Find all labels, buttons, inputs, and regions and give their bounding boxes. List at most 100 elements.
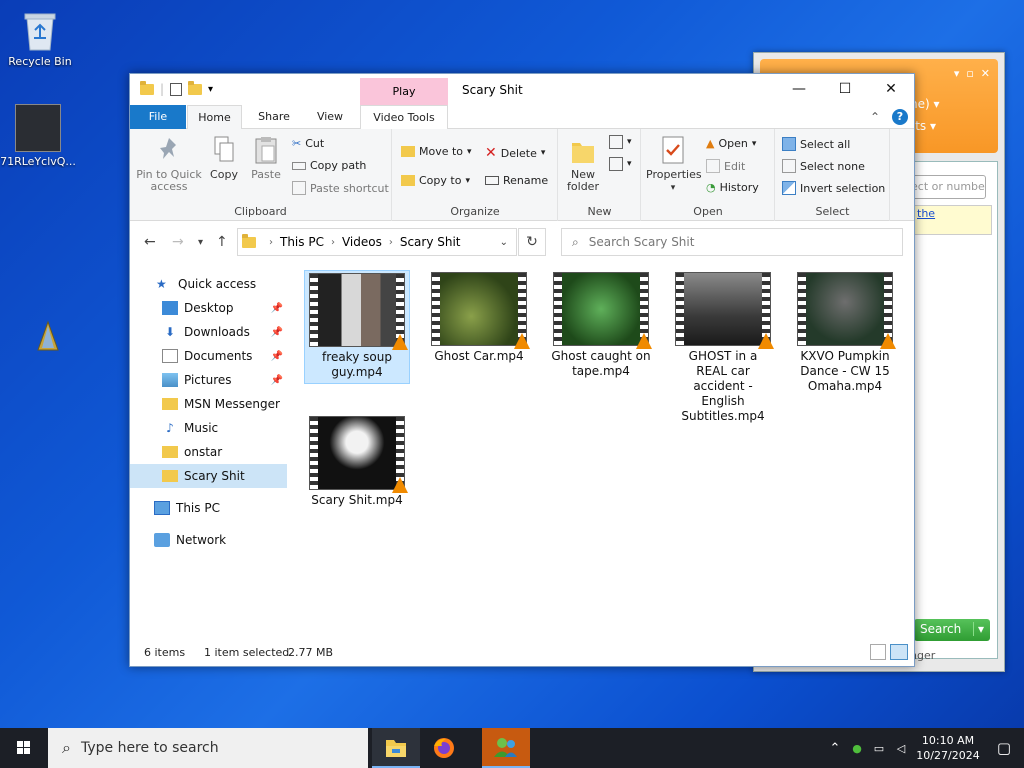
tab-video-tools[interactable]: Video Tools [360, 105, 448, 129]
tab-view[interactable]: View [306, 105, 354, 129]
forward-arrow-icon[interactable]: → [172, 234, 184, 250]
file-item[interactable]: Scary Shit.mp4 [304, 414, 410, 511]
properties-qat-icon[interactable] [170, 82, 183, 96]
file-item[interactable]: freaky soup guy.mp4 [304, 270, 410, 384]
taskbar-search-input[interactable]: ⌕ Type here to search [48, 728, 368, 768]
vlc-cone-icon [514, 333, 530, 349]
open-button[interactable]: ▲ Open ▾ [706, 137, 756, 150]
tab-file[interactable]: File [130, 105, 186, 129]
qat-dropdown-icon[interactable]: ▾ [208, 84, 213, 95]
nav-msn-messenger[interactable]: MSN Messenger [130, 392, 287, 416]
nav-network[interactable]: Network [130, 528, 287, 552]
breadcrumb-videos[interactable]: Videos [342, 235, 382, 249]
up-arrow-icon[interactable]: ↑ [216, 234, 228, 250]
file-item[interactable]: GHOST in a REAL car accident - English S… [670, 270, 776, 427]
nav-music[interactable]: ♪ Music [130, 416, 287, 440]
nav-onstar[interactable]: onstar [130, 440, 287, 464]
computer-icon [154, 501, 170, 515]
desktop-icon-file[interactable]: 71RLeYclvQ... [0, 104, 76, 168]
back-arrow-icon[interactable]: ← [144, 234, 156, 250]
pin-to-quick-access-button[interactable]: Pin to Quick access [136, 135, 202, 193]
desktop-shortcut-icon[interactable] [36, 320, 60, 357]
help-icon[interactable]: ? [892, 109, 908, 125]
chevron-up-icon[interactable]: ⌃ [870, 110, 880, 124]
copy-button[interactable]: Copy [206, 135, 242, 181]
navigation-pane: ★ Quick access Desktop 📌 ⬇ Downloads 📌 Docum… [130, 266, 290, 646]
volume-icon[interactable]: ◁ [890, 742, 912, 755]
new-item-button[interactable]: ▾ [609, 135, 632, 149]
breadcrumb-this-pc[interactable]: This PC [280, 235, 324, 249]
properties-button[interactable]: Properties ▾ [646, 135, 702, 194]
msn-window-controls[interactable]: ▾ ▫ ✕ [954, 67, 990, 80]
tab-home[interactable]: Home [187, 105, 242, 130]
file-item[interactable]: Ghost Car.mp4 [426, 270, 532, 367]
new-folder-button[interactable]: New folder [563, 135, 603, 193]
contextual-tab-play[interactable]: Play [360, 78, 448, 105]
nav-documents[interactable]: Documents 📌 [130, 344, 287, 368]
maximize-button[interactable]: ☐ [822, 74, 868, 105]
nav-desktop[interactable]: Desktop 📌 [130, 296, 287, 320]
msn-search-button[interactable]: Search ▾ [914, 619, 990, 641]
firefox-icon [434, 738, 454, 758]
minimize-button[interactable]: — [776, 74, 822, 105]
address-dropdown-icon[interactable]: ⌄ [500, 237, 508, 248]
edit-button[interactable]: Edit [706, 159, 745, 173]
select-all-button[interactable]: Select all [782, 137, 850, 151]
new-folder-qat-icon[interactable] [188, 80, 203, 95]
title-bar[interactable]: | ▾ Play Scary Shit — ☐ ✕ [130, 74, 914, 105]
nav-scary-shit[interactable]: Scary Shit [130, 464, 287, 488]
delete-button[interactable]: ✕ Delete ▾ [485, 145, 545, 161]
pin-icon: 📌 [270, 326, 283, 338]
details-view-icon[interactable] [870, 644, 886, 660]
large-icons-view-icon[interactable] [890, 644, 908, 660]
copy-icon [211, 135, 237, 165]
file-item[interactable]: Ghost caught on tape.mp4 [548, 270, 654, 382]
move-to-button[interactable]: Move to ▾ [401, 145, 472, 158]
easy-access-button[interactable]: ▾ [609, 157, 632, 171]
chevron-up-icon[interactable]: ⌃ [824, 741, 846, 756]
delete-label: Delete [500, 146, 537, 160]
nav-downloads[interactable]: ⬇ Downloads 📌 [130, 320, 287, 344]
nav-this-pc[interactable]: This PC [130, 496, 287, 520]
nav-pictures[interactable]: Pictures 📌 [130, 368, 287, 392]
breadcrumb-scary-shit[interactable]: Scary Shit [400, 235, 461, 249]
file-explorer-window[interactable]: | ▾ Play Scary Shit — ☐ ✕ File Home Shar… [129, 73, 915, 667]
network-tray-icon[interactable]: ▭ [868, 742, 890, 755]
clock[interactable]: 10:10 AM 10/27/2024 [912, 733, 984, 763]
video-thumbnail [431, 272, 530, 349]
notifications-icon[interactable]: ▢ [984, 739, 1024, 757]
search-placeholder: Search Scary Shit [588, 235, 695, 249]
recent-locations-icon[interactable]: ▾ [198, 237, 203, 248]
window-controls: — ☐ ✕ [776, 74, 914, 105]
search-input[interactable]: ⌕ Search Scary Shit [561, 228, 903, 256]
tab-share[interactable]: Share [250, 105, 298, 129]
open-label: Open [718, 137, 748, 150]
copy-path-button[interactable]: Copy path [292, 159, 366, 172]
file-item[interactable]: KXVO Pumpkin Dance - CW 15 Omaha.mp4 [792, 270, 898, 397]
desktop-icon-recycle-bin[interactable]: Recycle Bin [2, 8, 78, 68]
clipboard-group-label: Clipboard [234, 205, 287, 218]
taskbar-file-explorer[interactable] [372, 728, 420, 768]
paste-label: Paste [251, 168, 281, 181]
invert-selection-button[interactable]: Invert selection [782, 181, 885, 195]
history-icon: ◔ [706, 181, 716, 194]
msn-search-input[interactable]: ect or numbe [904, 175, 986, 199]
download-arrow-icon: ⬇ [164, 325, 176, 339]
copy-to-button[interactable]: Copy to ▾ [401, 174, 470, 187]
paste-button[interactable]: Paste [246, 135, 286, 181]
start-button[interactable] [0, 728, 48, 768]
edit-icon [706, 159, 720, 173]
msn-tray-icon[interactable]: ● [846, 742, 868, 755]
taskbar-firefox[interactable] [420, 728, 468, 768]
refresh-button[interactable]: ↻ [518, 228, 546, 256]
properties-label: Properties [646, 168, 702, 181]
history-button[interactable]: ◔ History [706, 181, 759, 194]
nav-quick-access[interactable]: ★ Quick access [130, 272, 287, 296]
close-button[interactable]: ✕ [868, 74, 914, 105]
cut-button[interactable]: ✂ Cut [292, 137, 324, 150]
paste-shortcut-button[interactable]: Paste shortcut [292, 181, 389, 195]
taskbar-msn-messenger[interactable] [482, 728, 530, 768]
address-bar[interactable]: › This PC › Videos › Scary Shit ⌄ [237, 228, 517, 256]
select-none-button[interactable]: Select none [782, 159, 865, 173]
rename-button[interactable]: Rename [485, 174, 548, 187]
